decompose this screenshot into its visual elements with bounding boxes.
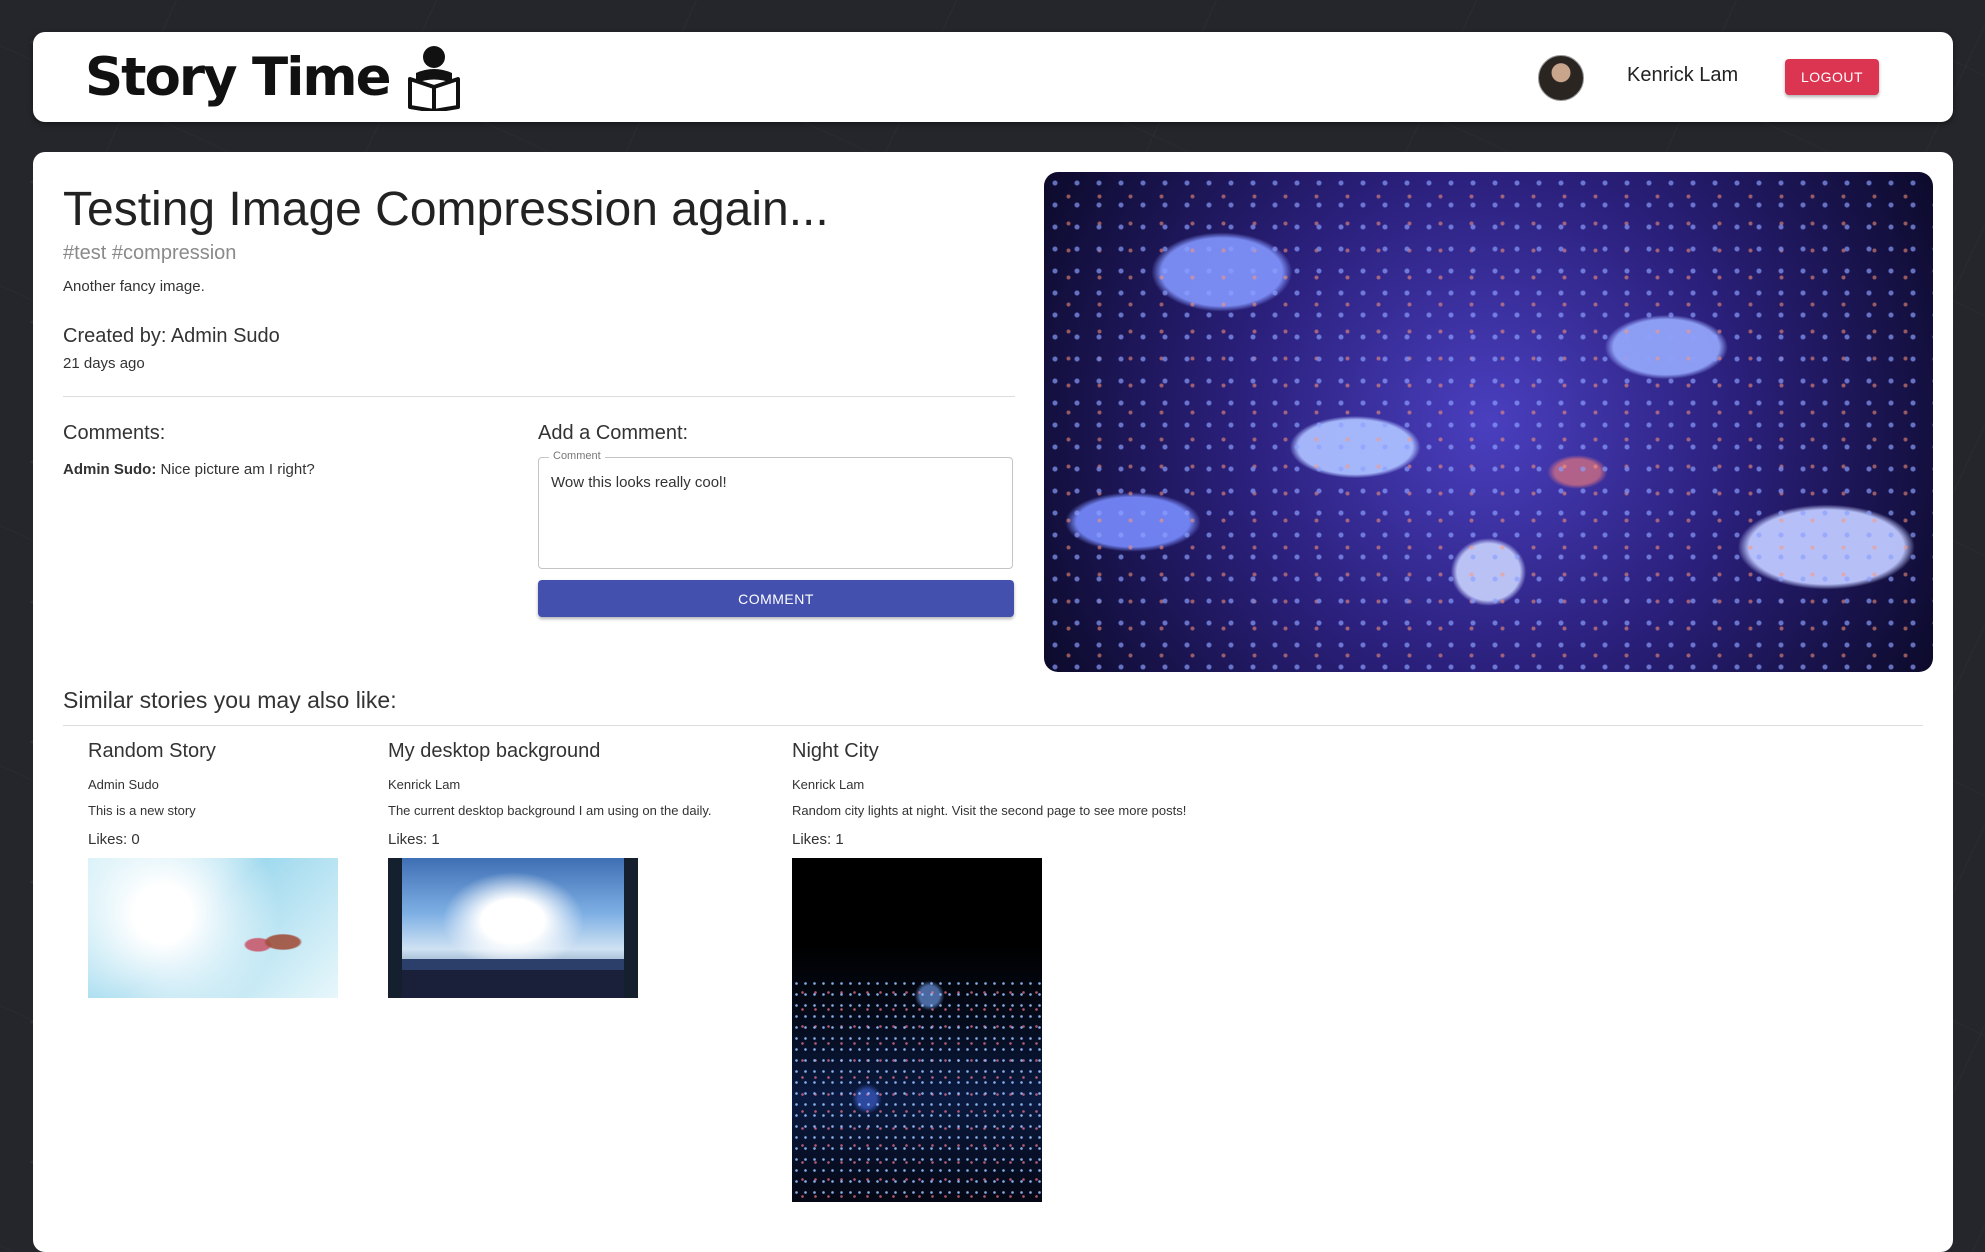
reading-person-icon — [407, 46, 460, 111]
add-comment-heading: Add a Comment: — [538, 422, 689, 444]
story-tags: #test #compression — [63, 242, 237, 264]
logout-button[interactable]: LOGOUT — [1785, 59, 1879, 95]
story-description: Another fancy image. — [63, 278, 205, 295]
comment-field-label: Comment — [549, 450, 605, 462]
user-name: Kenrick Lam — [1627, 64, 1739, 86]
similar-story-description: This is a new story — [88, 803, 196, 818]
comment-text: Nice picture am I right? — [156, 461, 315, 478]
logo-text: Story Time — [85, 46, 392, 108]
similar-story-description: Random city lights at night. Visit the s… — [792, 803, 1187, 818]
similar-story-thumbnail[interactable] — [388, 858, 638, 998]
similar-story-thumbnail[interactable] — [88, 858, 338, 998]
similar-story-likes: Likes: 0 — [88, 831, 140, 848]
similar-story-title[interactable]: Night City — [792, 740, 879, 763]
similar-story-likes: Likes: 1 — [388, 831, 440, 848]
user-avatar[interactable] — [1538, 55, 1584, 101]
comments-heading: Comments: — [63, 422, 166, 444]
divider — [63, 725, 1923, 726]
divider — [63, 396, 1015, 397]
story-author: Created by: Admin Sudo — [63, 325, 280, 347]
similar-stories-heading: Similar stories you may also like: — [63, 687, 397, 713]
top-navbar: Story Time Kenrick Lam LOGOUT — [33, 32, 1953, 122]
similar-story-thumbnail[interactable] — [792, 858, 1042, 1202]
logo[interactable]: Story Time — [85, 42, 462, 112]
similar-story-description: The current desktop background I am usin… — [388, 803, 712, 818]
similar-story-likes: Likes: 1 — [792, 831, 844, 848]
similar-story-title[interactable]: Random Story — [88, 740, 216, 763]
similar-story-author: Admin Sudo — [88, 777, 159, 792]
comment-author: Admin Sudo: — [63, 461, 157, 478]
similar-story-title[interactable]: My desktop background — [388, 740, 600, 763]
comment-input[interactable] — [551, 474, 996, 554]
story-age: 21 days ago — [63, 355, 145, 372]
story-image — [1044, 172, 1933, 672]
story-card: Testing Image Compression again... #test… — [33, 152, 1953, 1252]
comment-item: Admin Sudo: Nice picture am I right? — [63, 461, 315, 478]
comment-field: Comment — [538, 450, 1013, 569]
comment-button[interactable]: COMMENT — [538, 580, 1014, 617]
story-title: Testing Image Compression again... — [63, 183, 829, 236]
similar-story-author: Kenrick Lam — [388, 777, 461, 792]
similar-story-author: Kenrick Lam — [792, 777, 865, 792]
